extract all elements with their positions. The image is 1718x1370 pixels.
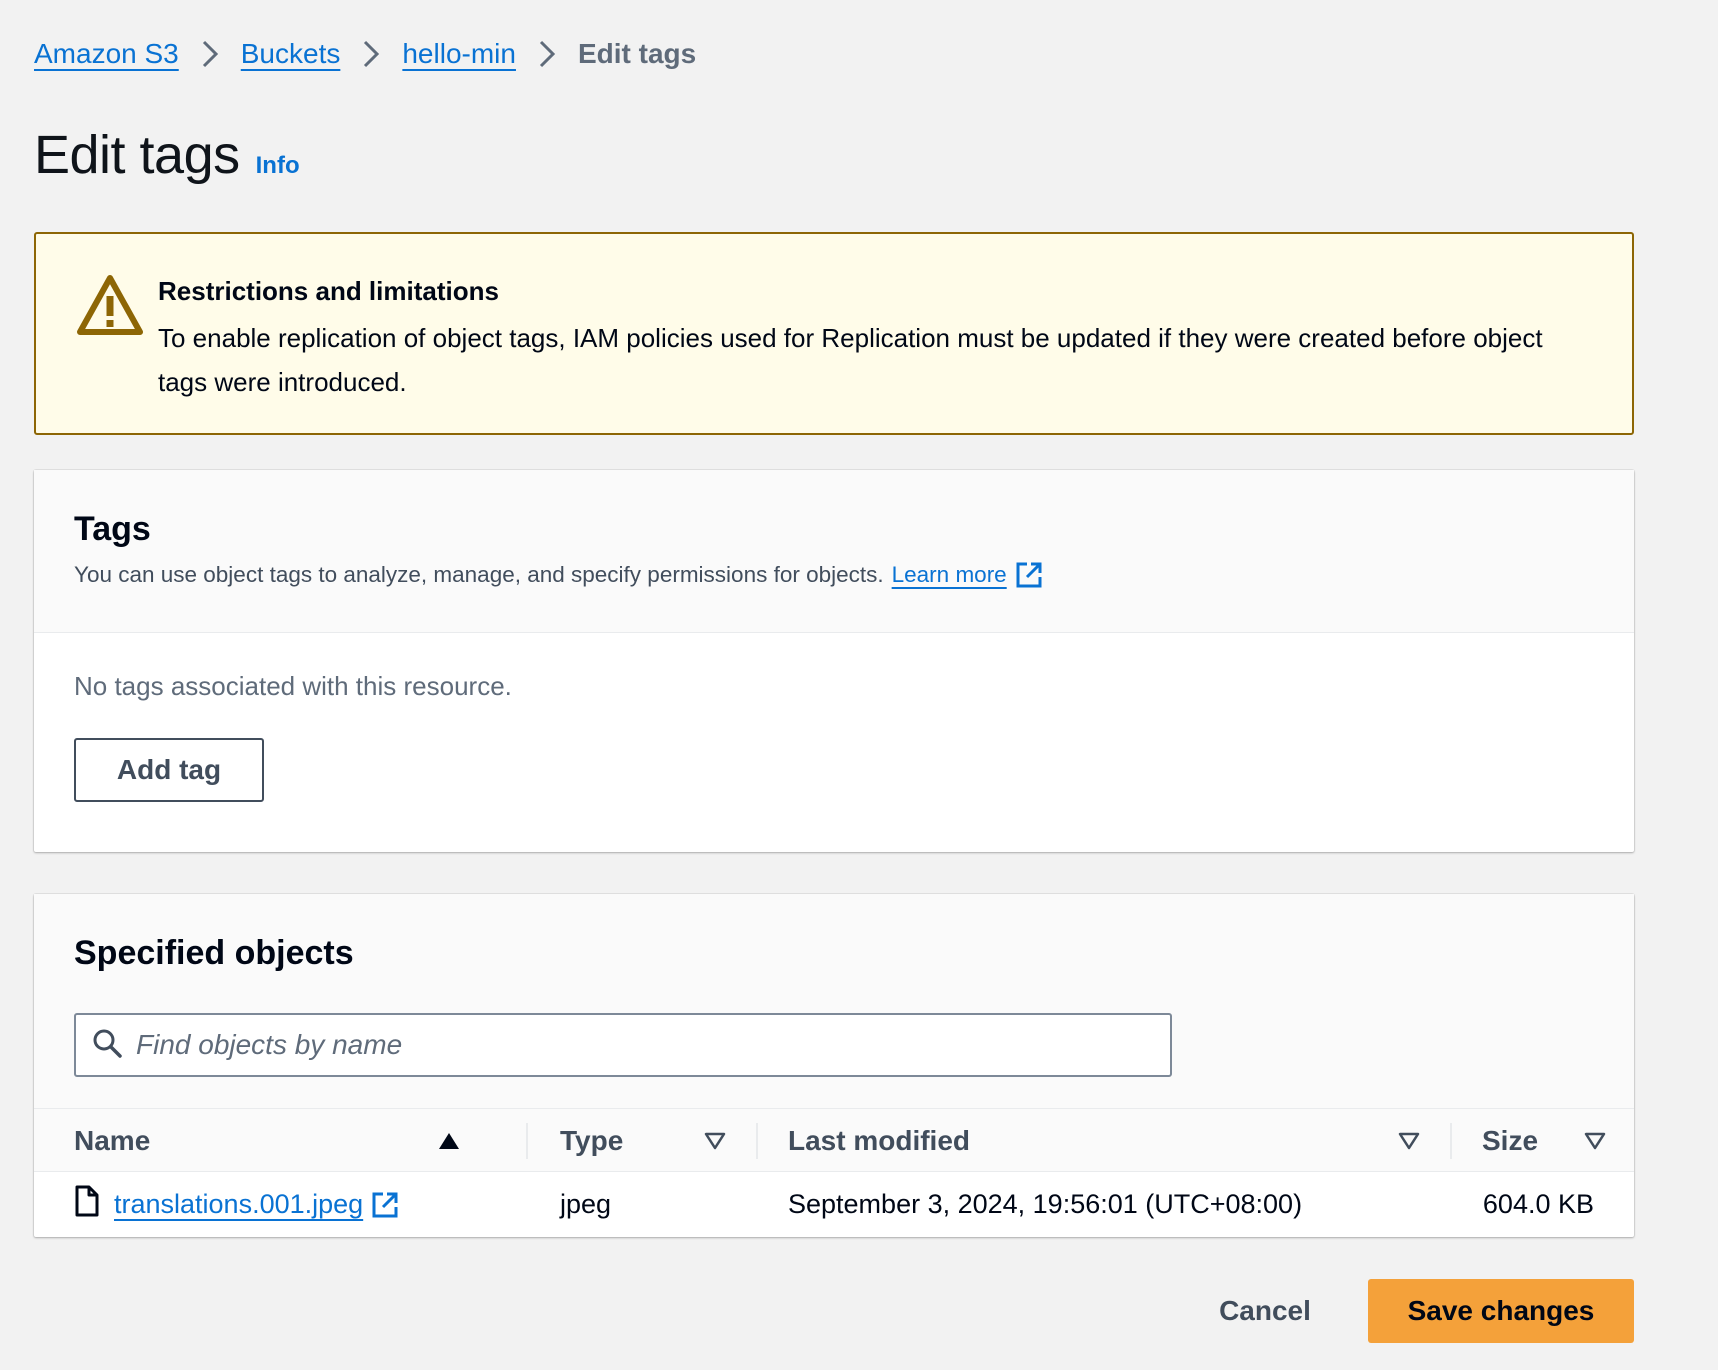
column-divider[interactable] [1450,1123,1452,1159]
sort-icon[interactable] [1584,1109,1606,1172]
tags-title: Tags [74,510,151,548]
type-cell: jpeg [560,1189,612,1219]
column-header-last-modified[interactable]: Last modified [788,1109,970,1172]
column-divider[interactable] [526,1123,528,1159]
search-icon [92,1028,122,1063]
search-field[interactable] [74,1013,1172,1077]
column-header-name[interactable]: Name [74,1109,150,1172]
breadcrumb: Amazon S3 Buckets hello-min Edit tags [34,38,696,70]
column-divider[interactable] [756,1123,758,1159]
last-modified-cell: September 3, 2024, 19:56:01 (UTC+08:00) [788,1189,1303,1219]
warning-icon [76,272,144,340]
sort-icon[interactable] [1398,1109,1420,1172]
external-link-icon[interactable] [371,1191,399,1219]
external-link-icon[interactable] [1015,561,1043,589]
tags-header: Tags You can use object tags to analyze,… [34,470,1634,633]
learn-more-link[interactable]: Learn more [892,562,1007,588]
search-input[interactable] [136,1029,1036,1061]
alert-message: To enable replication of object tags, IA… [158,323,1543,397]
table-row: translations.001.jpeg jpeg September 3, … [34,1172,1634,1237]
edit-tags-page: Amazon S3 Buckets hello-min Edit tags Ed… [0,0,1718,1370]
tags-container: Tags You can use object tags to analyze,… [34,470,1634,852]
tags-description: You can use object tags to analyze, mana… [74,562,884,587]
alert-title: Restrictions and limitations [158,276,499,306]
cancel-button[interactable]: Cancel [1200,1279,1330,1343]
column-header-size[interactable]: Size [1482,1109,1538,1172]
info-link[interactable]: Info [256,152,300,180]
sort-icon[interactable] [704,1109,726,1172]
objects-header: Specified objects [34,894,1634,1109]
page-header: Edit tags Info [34,124,300,186]
form-actions: Cancel Save changes [1200,1279,1634,1343]
empty-tags-message: No tags associated with this resource. [74,671,512,701]
specified-objects-container: Specified objects Name Type [34,894,1634,1237]
column-header-type[interactable]: Type [560,1109,623,1172]
size-cell: 604.0 KB [1482,1189,1594,1219]
breadcrumb-current: Edit tags [577,38,697,69]
object-name-link[interactable]: translations.001.jpeg [114,1189,363,1220]
chevron-right-icon [516,39,578,69]
file-icon [74,1185,100,1224]
breadcrumb-bucket-name[interactable]: hello-min [402,38,516,70]
breadcrumb-buckets[interactable]: Buckets [241,38,341,70]
tags-description-row: You can use object tags to analyze, mana… [74,561,1594,589]
name-cell: translations.001.jpeg [74,1172,399,1237]
sort-ascending-icon[interactable] [438,1109,460,1172]
breadcrumb-amazon-s3[interactable]: Amazon S3 [34,38,179,70]
tags-body: No tags associated with this resource. A… [34,633,1634,840]
chevron-right-icon [179,39,241,69]
chevron-right-icon [340,39,402,69]
warning-alert: Restrictions and limitations To enable r… [34,232,1634,435]
table-header: Name Type Last modified Size [34,1109,1634,1172]
page-title: Edit tags [34,125,240,185]
save-changes-button[interactable]: Save changes [1368,1279,1634,1343]
objects-title: Specified objects [74,934,354,972]
add-tag-button[interactable]: Add tag [74,738,264,802]
